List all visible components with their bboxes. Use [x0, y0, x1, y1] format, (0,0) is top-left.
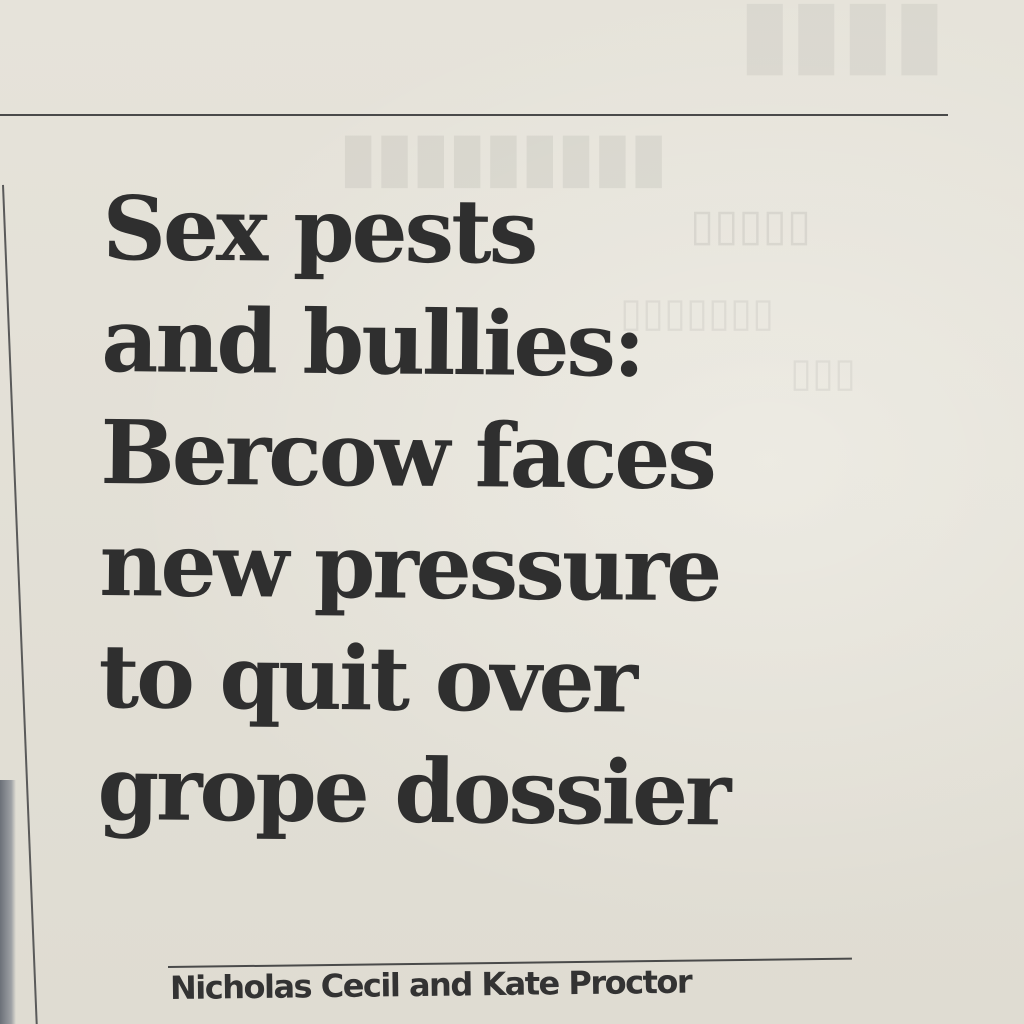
headline-line: Bercow faces: [100, 399, 715, 510]
adjacent-page-edge: [0, 780, 16, 1024]
bleed-through-print: ▮▮▮▮: [740, 0, 947, 83]
headline-line: grope dossier: [97, 735, 729, 846]
headline-line: new pressure: [99, 511, 720, 622]
headline-line: to quit over: [98, 623, 636, 733]
headline-line: Sex pests: [102, 175, 536, 284]
newspaper-page: ▮▮▮▮ ▮▮▮▮▮▮▮▮▮ ▯▯▯▯▯ ▯▯▯▯▯▯▯ ▯▯▯ Sex pes…: [0, 0, 1024, 1024]
headline-line: and bullies:: [101, 287, 643, 397]
top-divider-rule: [0, 114, 948, 116]
headline: Sex pests and bullies: Bercow faces new …: [97, 172, 943, 851]
byline: Nicholas Cecil and Kate Proctor: [169, 962, 692, 1007]
